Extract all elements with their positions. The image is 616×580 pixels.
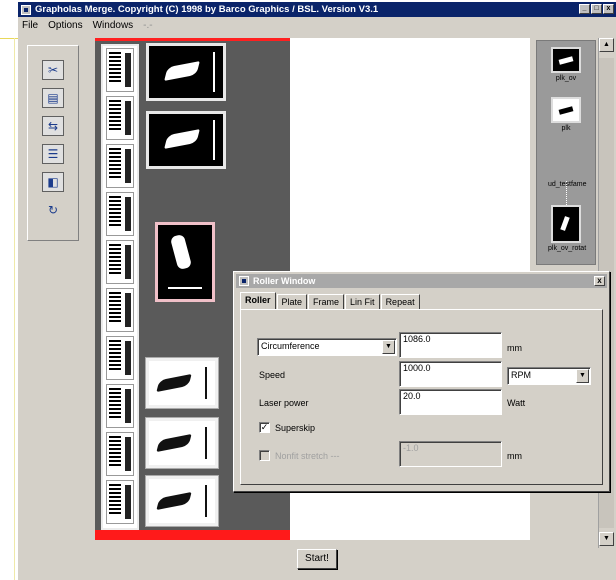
roller-indicator-bar (95, 530, 290, 540)
cut-tool-icon[interactable]: ✂ (42, 60, 64, 80)
swap-tool-icon[interactable]: ◧ (42, 172, 64, 192)
roller-window: Roller Window x Roller Plate Frame Lin F… (233, 271, 610, 492)
roller-tab-panel: Circumference ▼ 1086.0 mm Speed 1000.0 R… (240, 309, 603, 485)
speed-unit-select[interactable]: RPM ▼ (507, 367, 591, 385)
maximize-button[interactable]: □ (591, 4, 602, 14)
laser-power-unit: Watt (507, 398, 526, 408)
speed-unit-value: RPM (511, 370, 531, 380)
nonfit-checkbox (259, 450, 270, 461)
speed-label: Speed (259, 370, 286, 380)
strip-thumbnail[interactable] (106, 192, 134, 236)
tool-palette: ✂ ▤ ⇆ ☰ ◧ ↻ (27, 45, 79, 241)
circumference-select[interactable]: Circumference ▼ (257, 338, 397, 356)
menu-bar: File Options Windows -.- (18, 17, 616, 33)
layer-thumbnail (551, 97, 581, 123)
window-controls: _ □ x (579, 4, 614, 14)
rotate-tool-icon[interactable]: ↻ (42, 200, 64, 220)
layer-label: ud_testfame (548, 181, 587, 188)
menu-options[interactable]: Options (48, 20, 82, 31)
strip-thumbnail[interactable] (106, 48, 134, 92)
chevron-down-icon[interactable]: ▼ (382, 340, 395, 354)
superskip-label: Superskip (275, 423, 316, 433)
start-button[interactable]: Start! (297, 549, 337, 569)
app-icon (21, 4, 31, 15)
nonfit-input: -1.0 (399, 441, 502, 467)
roller-close-button[interactable]: x (594, 276, 605, 286)
strip-thumbnail[interactable] (106, 240, 134, 284)
dialog-icon (239, 276, 249, 286)
strip-thumbnail[interactable] (106, 288, 134, 332)
label-thumbnail-light[interactable] (146, 358, 218, 408)
app-titlebar: Grapholas Merge. Copyright (C) 1998 by B… (18, 2, 616, 17)
tab-roller[interactable]: Roller (240, 292, 276, 310)
layer-panel: plk_ov plk ud_testfame plk_ov_rotat (536, 40, 596, 265)
minimize-button[interactable]: _ (579, 4, 590, 14)
label-thumbnail-dark[interactable] (146, 111, 226, 169)
menu-file[interactable]: File (22, 20, 38, 31)
tab-frame[interactable]: Frame (308, 294, 345, 310)
layer-thumbnail (551, 47, 581, 73)
strip-thumbnail[interactable] (106, 144, 134, 188)
roller-window-title: Roller Window (253, 276, 316, 286)
close-button[interactable]: x (603, 4, 614, 14)
mirror-tool-icon[interactable]: ⇆ (42, 116, 64, 136)
laser-power-input[interactable]: 20.0 (399, 389, 502, 415)
strip-thumbnail[interactable] (106, 432, 134, 476)
strip-column (101, 44, 139, 530)
tab-lin-fit[interactable]: Lin Fit (345, 294, 380, 310)
tab-plate[interactable]: Plate (276, 294, 308, 310)
label-thumbnail-selected[interactable] (155, 222, 215, 302)
layer-item[interactable]: ud_testfame (548, 179, 587, 188)
layer-label: plk_ov_rotat (548, 245, 587, 252)
strip-thumbnail[interactable] (106, 96, 134, 140)
scroll-up-button[interactable]: ▲ (599, 38, 614, 52)
insert-tool-icon[interactable]: ▤ (42, 88, 64, 108)
label-thumbnail-light[interactable] (146, 418, 218, 468)
nonfit-unit: mm (507, 451, 522, 461)
superskip-checkbox[interactable]: ✓ (259, 422, 270, 433)
layer-item[interactable]: plk_ov (548, 47, 584, 82)
layer-item[interactable]: plk (548, 97, 584, 132)
strip-thumbnail[interactable] (106, 336, 134, 380)
scroll-down-button[interactable]: ▼ (599, 532, 614, 546)
menu-windows[interactable]: Windows (93, 20, 134, 31)
strip-thumbnail[interactable] (106, 480, 134, 524)
nonfit-label: Nonfit stretch --- (275, 451, 340, 461)
decorative-accent-line-vertical (14, 38, 15, 580)
circumference-select-value: Circumference (261, 341, 320, 351)
tab-repeat[interactable]: Repeat (380, 294, 420, 310)
circumference-unit: mm (507, 343, 522, 353)
list-tool-icon[interactable]: ☰ (42, 144, 64, 164)
app-title: Grapholas Merge. Copyright (C) 1998 by B… (35, 4, 379, 15)
circumference-input[interactable]: 1086.0 (399, 332, 502, 358)
chevron-down-icon[interactable]: ▼ (576, 369, 589, 383)
roller-tabs: Roller Plate Frame Lin Fit Repeat (240, 292, 421, 310)
roller-window-titlebar: Roller Window x (236, 274, 607, 288)
layer-item[interactable]: plk_ov_rotat (548, 205, 587, 252)
label-thumbnail-light[interactable] (146, 476, 218, 526)
speed-input[interactable]: 1000.0 (399, 361, 502, 387)
layer-label: plk_ov (555, 75, 577, 82)
label-thumbnail-dark[interactable] (146, 43, 226, 101)
layer-thumbnail (551, 205, 581, 243)
strip-thumbnail[interactable] (106, 384, 134, 428)
layer-label: plk (561, 125, 571, 132)
menu-extra: -.- (143, 19, 153, 31)
laser-power-label: Laser power (259, 398, 309, 408)
